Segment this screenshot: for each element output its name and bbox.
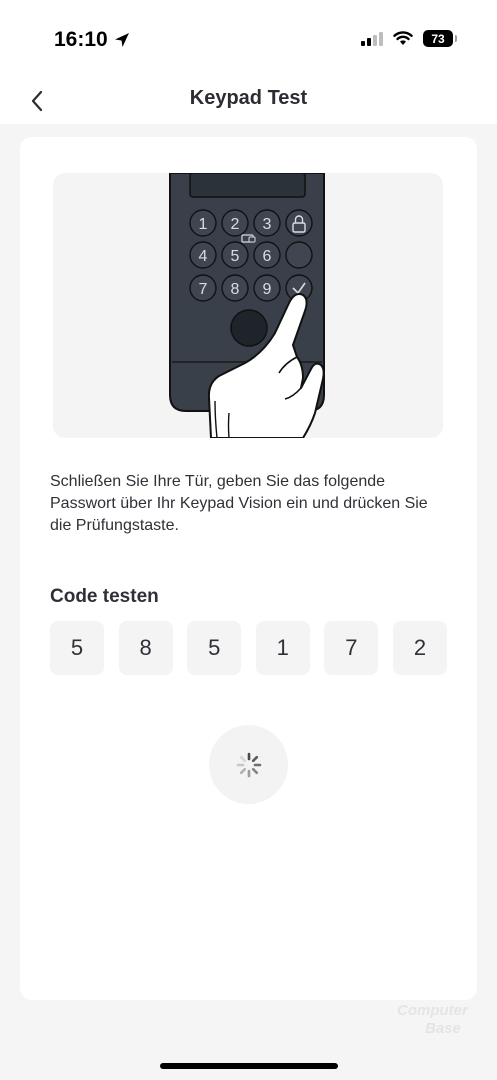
fingerprint-sensor: [230, 309, 268, 347]
keypad-hand-image: 1 2 3 4 5 6 7 8 9: [169, 173, 325, 438]
code-digit: 2: [392, 621, 447, 675]
cellular-signal-icon: [361, 31, 383, 46]
key-7: 7: [199, 281, 208, 298]
page-title: Keypad Test: [189, 87, 308, 109]
watermark-line2: Base: [425, 1020, 461, 1037]
code-digit: 1: [255, 621, 310, 675]
clock-text: 16:10: [54, 28, 108, 51]
code-digit: 5: [50, 621, 104, 675]
key-8: 8: [231, 281, 240, 298]
keypad-test-card: 1 2 3 4 5 6 7 8 9 Schließen Sie Ihre Tür…: [20, 137, 477, 1000]
status-indicators: 73: [361, 30, 457, 47]
key-2: 2: [231, 216, 240, 233]
key-5: 5: [231, 248, 240, 265]
key-3: 3: [263, 216, 272, 233]
code-heading: Code testen: [50, 586, 159, 607]
status-time: 16:10: [54, 28, 130, 52]
status-bar: 16:10 73: [0, 0, 497, 80]
watermark-line1: Computer: [397, 1002, 468, 1019]
home-indicator[interactable]: [160, 1063, 338, 1069]
battery-level: 73: [431, 31, 445, 46]
key-6: 6: [263, 248, 272, 265]
navigation-bar: Keypad Test: [0, 80, 497, 124]
key-1: 1: [199, 216, 208, 233]
instructions-text: Schließen Sie Ihre Tür, geben Sie das fo…: [50, 473, 428, 534]
code-digit: 7: [324, 621, 379, 675]
key-9: 9: [263, 281, 272, 298]
computerbase-watermark: Computer Base: [387, 1002, 487, 1054]
wifi-icon: [393, 31, 413, 45]
keypad-illustration: 1 2 3 4 5 6 7 8 9: [53, 173, 443, 438]
loading-spinner-icon: [236, 752, 261, 777]
code-digits: 5 8 5 1 7 2: [50, 621, 447, 675]
location-arrow-icon: [114, 33, 129, 47]
code-digit: 8: [118, 621, 173, 675]
test-status-button[interactable]: [209, 725, 288, 804]
battery-icon: 73: [423, 30, 457, 47]
key-4: 4: [199, 248, 208, 265]
code-digit: 5: [187, 621, 242, 675]
